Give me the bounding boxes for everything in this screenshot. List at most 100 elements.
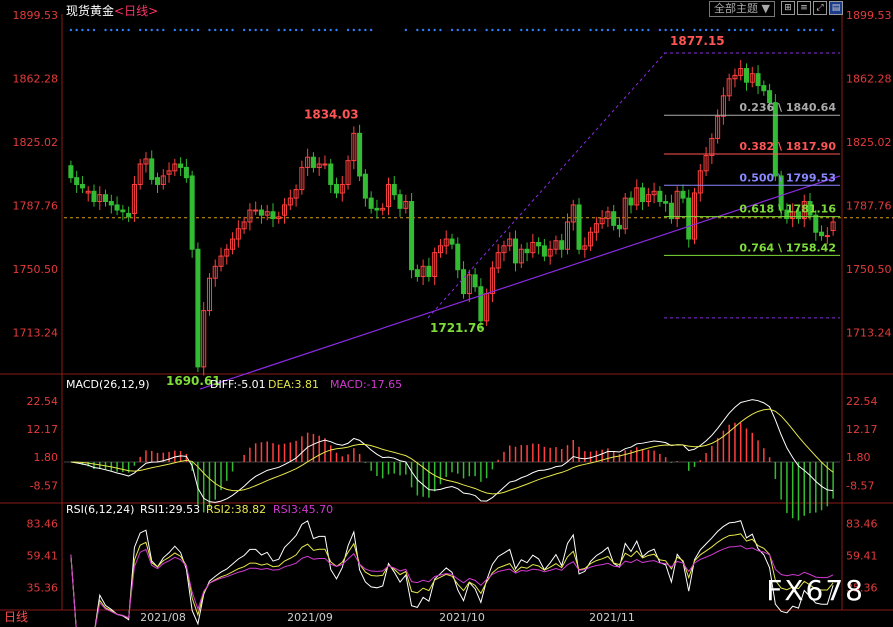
y-tick-right: 1825.02 bbox=[846, 136, 892, 149]
signal-dot bbox=[762, 28, 766, 32]
macd-value: MACD:-17.65 bbox=[330, 378, 402, 391]
grid-icon[interactable]: ⊞ bbox=[781, 1, 795, 15]
signal-dot bbox=[439, 28, 442, 32]
signal-dot bbox=[739, 28, 742, 32]
signal-dot bbox=[358, 28, 361, 32]
y-tick-right: 1713.24 bbox=[846, 326, 892, 339]
price-annotation: 1877.15 bbox=[670, 34, 725, 48]
x-tick: 2021/08 bbox=[140, 611, 186, 624]
signal-dot bbox=[150, 28, 153, 32]
candle-body bbox=[357, 132, 363, 177]
signal-dot bbox=[300, 28, 304, 32]
signal-dot bbox=[69, 28, 73, 32]
candle-body bbox=[195, 248, 201, 368]
signal-dot bbox=[127, 28, 130, 32]
signal-dot bbox=[699, 28, 702, 32]
signal-dot bbox=[317, 28, 321, 32]
macd-value: DIFF:-5.01 bbox=[210, 378, 266, 391]
signal-dot bbox=[831, 28, 835, 32]
macd-tick-left: 22.54 bbox=[27, 395, 59, 408]
theme-select-label: 全部主题 bbox=[714, 2, 759, 15]
candle-body bbox=[368, 197, 374, 209]
signal-dot bbox=[502, 28, 506, 32]
signal-dot bbox=[179, 28, 182, 32]
signal-dot bbox=[421, 28, 425, 32]
candle-body bbox=[68, 165, 74, 179]
rsi-tick-left: 35.36 bbox=[27, 582, 59, 595]
candle-body bbox=[253, 209, 259, 212]
signal-dot bbox=[508, 28, 511, 32]
signal-dot bbox=[745, 28, 748, 32]
candle-body bbox=[149, 158, 155, 180]
candle-body bbox=[108, 201, 114, 206]
signal-dot bbox=[572, 28, 575, 32]
candle-body bbox=[362, 173, 368, 199]
signal-dot bbox=[214, 28, 217, 32]
signal-dot bbox=[462, 28, 465, 32]
candle-body bbox=[414, 269, 420, 278]
signal-dot bbox=[75, 28, 78, 32]
signal-dot bbox=[404, 28, 408, 32]
period-tag: <日线> bbox=[114, 4, 159, 18]
signal-dot bbox=[704, 28, 708, 32]
candle-body bbox=[449, 238, 455, 245]
signal-dot bbox=[92, 28, 96, 32]
signal-dot bbox=[219, 28, 223, 32]
signal-dot bbox=[658, 28, 662, 32]
signal-dot bbox=[242, 28, 246, 32]
gold-daily-chart[interactable]: 1899.53 1899.53 1862.28 1862.28 1825.02 1825.… bbox=[0, 0, 893, 627]
candle-body bbox=[333, 183, 340, 194]
list-icon[interactable]: ≡ bbox=[797, 1, 811, 15]
instrument-name: 现货黄金 bbox=[66, 4, 115, 18]
macd-tick-right: 1.80 bbox=[846, 451, 871, 464]
signal-dot bbox=[346, 28, 350, 32]
signal-dot bbox=[456, 28, 459, 32]
fib-label: 0.382 \ 1817.90 bbox=[739, 140, 836, 153]
signal-dot bbox=[785, 28, 789, 32]
candle-body bbox=[761, 85, 767, 92]
fullscreen-icon[interactable]: ⤢ bbox=[813, 1, 827, 15]
signal-dot bbox=[768, 28, 771, 32]
signal-dot bbox=[577, 28, 581, 32]
signal-dot bbox=[647, 28, 650, 32]
signal-dot bbox=[289, 28, 292, 32]
candle-body bbox=[183, 166, 189, 179]
signal-dot bbox=[473, 28, 477, 32]
active-panel-icon[interactable]: ▤ bbox=[829, 1, 843, 15]
signal-dot bbox=[629, 28, 633, 32]
theme-select-button[interactable]: 全部主题 ▼ bbox=[709, 1, 775, 17]
macd-value: DEA:3.81 bbox=[268, 378, 319, 391]
y-tick-right: 1862.28 bbox=[846, 72, 892, 85]
candle-body bbox=[743, 68, 750, 83]
macd-tick-left: 12.17 bbox=[27, 423, 59, 436]
signal-dot bbox=[670, 28, 673, 32]
signal-dot bbox=[231, 28, 234, 32]
candle-body bbox=[455, 243, 461, 271]
chevron-down-icon: ▼ bbox=[761, 2, 770, 15]
rsi-tick-left: 59.41 bbox=[27, 550, 59, 563]
candle-body bbox=[541, 245, 547, 257]
signal-dot bbox=[774, 28, 777, 32]
signal-dot bbox=[710, 28, 714, 32]
rsi-label: RSI(6,12,24) bbox=[66, 503, 134, 516]
signal-dot bbox=[138, 28, 142, 32]
fib-label: 0.764 \ 1758.42 bbox=[739, 241, 836, 254]
signal-dot bbox=[803, 28, 806, 32]
fib-label: 0.236 \ 1840.64 bbox=[739, 101, 836, 114]
candle-body bbox=[120, 209, 126, 213]
candle-body bbox=[657, 190, 663, 203]
signal-dot bbox=[525, 28, 529, 32]
candle-body bbox=[536, 241, 542, 247]
candle-body bbox=[559, 240, 565, 250]
period-label[interactable]: 日线 bbox=[4, 608, 28, 625]
macd-diff-line bbox=[70, 399, 834, 503]
candle-body bbox=[426, 265, 432, 278]
candle-body bbox=[755, 73, 761, 87]
candle-body bbox=[322, 163, 328, 166]
signal-dot bbox=[716, 28, 719, 32]
candle-body bbox=[126, 212, 132, 218]
candle-body bbox=[813, 214, 819, 233]
x-tick: 2021/11 bbox=[589, 611, 635, 624]
signal-dot bbox=[352, 28, 356, 32]
signal-dot bbox=[277, 28, 280, 32]
